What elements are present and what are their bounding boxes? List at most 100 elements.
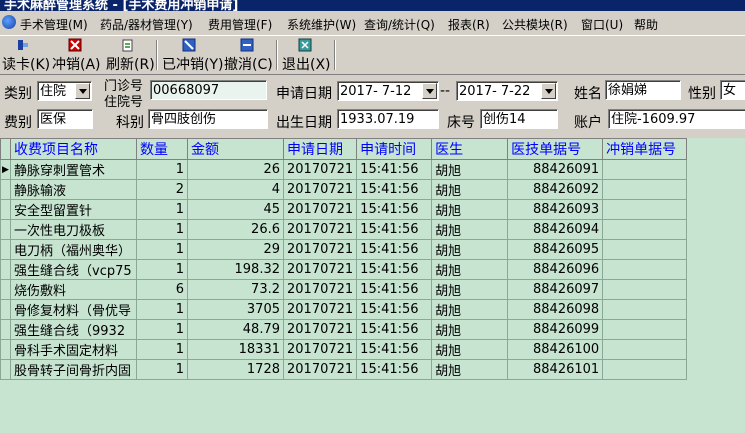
table-cell[interactable]: 88426093 [507,199,604,220]
chevron-down-icon[interactable] [422,83,437,99]
table-cell[interactable]: 胡旭 [431,159,509,180]
table-cell[interactable]: 烧伤敷料 [10,279,137,300]
column-header[interactable]: 医技单据号 [507,138,604,160]
table-cell[interactable]: 15:41:56 [356,239,433,260]
table-cell[interactable]: 胡旭 [431,319,509,340]
category-select[interactable]: 住院 [37,81,92,101]
table-cell[interactable]: 45 [187,199,284,220]
table-cell[interactable]: 15:41:56 [356,179,433,200]
table-cell[interactable]: 静脉输液 [10,179,137,200]
table-cell[interactable]: 15:41:56 [356,299,433,320]
table-cell[interactable]: 3705 [187,299,284,320]
table-cell[interactable] [602,239,688,260]
table-cell[interactable]: 20170721 [282,179,358,200]
column-header[interactable]: 申请日期 [282,138,358,160]
table-cell[interactable]: 胡旭 [431,219,509,240]
table-cell[interactable]: 88426098 [507,299,604,320]
column-header[interactable]: 冲销单据号 [602,138,688,160]
table-cell[interactable]: 骨修复材料（骨优导 [10,299,137,320]
read-card-button[interactable]: 读卡(K) [2,38,50,73]
date-from-picker[interactable]: 2017- 7-12 [337,81,439,101]
table-cell[interactable]: 15:41:56 [356,319,433,340]
table-cell[interactable] [602,359,688,380]
table-cell[interactable]: 88426094 [507,219,604,240]
table-cell[interactable]: 1 [136,199,188,220]
table-cell[interactable]: 20170721 [282,279,358,300]
table-cell[interactable]: 1 [136,259,188,280]
table-cell[interactable]: 15:41:56 [356,159,433,180]
date-to-picker[interactable]: 2017- 7-22 [456,81,558,101]
account-field[interactable]: 住院-1609.97 [608,109,745,129]
column-header[interactable]: 收费项目名称 [10,138,137,160]
menu-drugs[interactable]: 药品/器材管理(Y) [100,16,193,33]
table-cell[interactable]: 20170721 [282,219,358,240]
table-cell[interactable]: 安全型留置针 [10,199,137,220]
table-cell[interactable]: 骨科手术固定材料 [10,339,137,360]
birth-date-field[interactable]: 1933.07.19 [337,109,439,129]
offset-button[interactable]: 冲销(A) [52,38,101,73]
column-header[interactable]: 金额 [187,138,284,160]
table-cell[interactable]: 胡旭 [431,239,509,260]
table-cell[interactable]: 强生缝合线（9932 [10,319,137,340]
table-cell[interactable]: 胡旭 [431,359,509,380]
table-cell[interactable] [602,299,688,320]
table-cell[interactable]: 15:41:56 [356,359,433,380]
table-cell[interactable]: 73.2 [187,279,284,300]
table-cell[interactable] [602,179,688,200]
table-cell[interactable]: 一次性电刀极板 [10,219,137,240]
table-cell[interactable] [602,279,688,300]
table-cell[interactable]: 88426099 [507,319,604,340]
table-cell[interactable]: 2 [136,179,188,200]
fee-items-grid[interactable]: 收费项目名称 数量 金额 申请日期 申请时间 医生 医技单据号 冲销单据号 ▶ 静… [0,138,745,433]
table-row[interactable]: 安全型留置针 1 45 20170721 15:41:56 胡旭 88426093 [0,199,688,220]
table-cell[interactable]: 20170721 [282,239,358,260]
table-cell[interactable]: 1 [136,159,188,180]
menu-surgery[interactable]: 手术管理(M) [20,16,88,33]
table-cell[interactable]: 股骨转子间骨折内固 [10,359,137,380]
table-cell[interactable]: 15:41:56 [356,259,433,280]
menu-system[interactable]: 系统维护(W) [287,16,356,33]
table-cell[interactable]: 6 [136,279,188,300]
table-cell[interactable]: 48.79 [187,319,284,340]
table-cell[interactable]: 胡旭 [431,179,509,200]
table-cell[interactable]: 29 [187,239,284,260]
table-cell[interactable]: 强生缝合线（vcp75 [10,259,137,280]
table-row[interactable]: 烧伤敷料 6 73.2 20170721 15:41:56 胡旭 88426097 [0,279,688,300]
table-cell[interactable]: 88426100 [507,339,604,360]
table-cell[interactable]: 15:41:56 [356,199,433,220]
name-field[interactable]: 徐娟娣 [605,80,681,100]
table-cell[interactable]: 1 [136,219,188,240]
table-cell[interactable]: 4 [187,179,284,200]
table-cell[interactable]: 88426096 [507,259,604,280]
table-cell[interactable]: 1728 [187,359,284,380]
table-cell[interactable]: 20170721 [282,299,358,320]
table-cell[interactable]: 20170721 [282,319,358,340]
table-row[interactable]: 静脉输液 2 4 20170721 15:41:56 胡旭 88426092 [0,179,688,200]
table-cell[interactable]: 15:41:56 [356,219,433,240]
table-cell[interactable]: 20170721 [282,159,358,180]
inpatient-number-field[interactable]: 00668097 [150,80,267,100]
table-cell[interactable]: 198.32 [187,259,284,280]
undo-button[interactable]: 撤消(C) [224,38,273,73]
menu-reports[interactable]: 报表(R) [448,16,490,33]
table-cell[interactable]: 1 [136,359,188,380]
already-offset-button[interactable]: 已冲销(Y) [162,38,223,73]
table-row[interactable]: ▶ 静脉穿刺置管术 1 26 20170721 15:41:56 胡旭 88426091 [0,159,688,180]
table-cell[interactable]: 88426092 [507,179,604,200]
table-cell[interactable]: 20170721 [282,339,358,360]
department-field[interactable]: 骨四肢创伤 [148,109,268,129]
table-cell[interactable] [602,199,688,220]
table-row[interactable]: 强生缝合线（9932 1 48.79 20170721 15:41:56 胡旭 884260… [0,319,688,340]
table-row[interactable]: 电刀柄（福州奥华） 1 29 20170721 15:41:56 胡旭 88426095 [0,239,688,260]
table-cell[interactable] [602,319,688,340]
table-row[interactable]: 股骨转子间骨折内固 1 1728 20170721 15:41:56 胡旭 88426101 [0,359,688,380]
table-cell[interactable]: 1 [136,319,188,340]
menu-common[interactable]: 公共模块(R) [502,16,568,33]
chevron-down-icon[interactable] [75,83,90,99]
table-cell[interactable]: 静脉穿刺置管术 [10,159,137,180]
table-cell[interactable]: 20170721 [282,359,358,380]
table-cell[interactable]: 26 [187,159,284,180]
column-header[interactable]: 医生 [431,138,509,160]
table-cell[interactable]: 26.6 [187,219,284,240]
table-cell[interactable]: 胡旭 [431,279,509,300]
